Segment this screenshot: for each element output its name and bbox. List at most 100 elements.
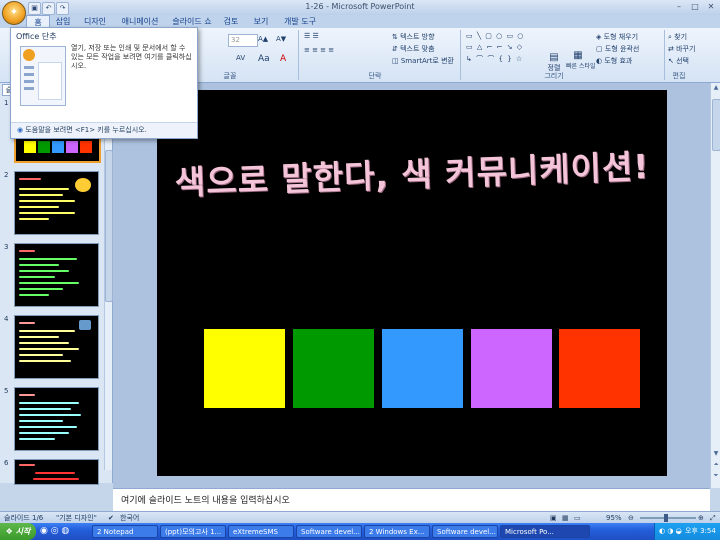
task-notepad[interactable]: 2 Notepad [92, 525, 158, 538]
slide-number: 2 [4, 171, 9, 179]
thumb-text-line [19, 414, 81, 416]
quick-launch-icons[interactable]: ◉ ◎ ◍ [40, 526, 69, 536]
next-slide-icon[interactable]: ⏷ [711, 471, 720, 481]
grow-font-icon[interactable]: A▲ [258, 35, 268, 43]
office-button-tooltip: Office 단추 열기, 저장 또는 인쇄 및 문서에서 할 수 있는 모든 … [10, 27, 198, 139]
slide-number: 3 [4, 243, 9, 251]
shape-fill-button[interactable]: ◈ 도형 채우기 [596, 32, 638, 42]
select-button[interactable]: ↖ 선택 [668, 56, 689, 66]
thumb-text-line [19, 200, 75, 202]
text-direction-button[interactable]: ⇅ 텍스트 방향 [392, 32, 435, 42]
scroll-up-icon[interactable]: ▲ [711, 83, 720, 93]
slide-number: 1 [4, 99, 9, 107]
scroll-thumb[interactable] [105, 150, 113, 302]
thumb-text-line [19, 250, 35, 252]
clock: 오후 3:54 [685, 527, 716, 535]
tab-view[interactable]: 보기 [250, 15, 272, 28]
zoom-slider-handle[interactable] [664, 514, 668, 522]
shape-effects-label: 도형 효과 [604, 57, 633, 65]
slide-thumbnail-5[interactable] [14, 387, 99, 451]
thumb-text-line [19, 264, 59, 266]
preview-line [24, 80, 34, 83]
thumb-text-line [19, 408, 71, 410]
smartart-button[interactable]: ◫ SmartArt로 변환 [392, 56, 454, 66]
office-logo-icon: ✦ [9, 7, 19, 18]
slide-thumbnail-4[interactable] [14, 315, 99, 379]
tab-developer[interactable]: 개발 도구 [280, 15, 320, 28]
arrange-button[interactable]: ▤ 정렬 [546, 52, 562, 73]
color-swatch-blue[interactable] [382, 329, 463, 408]
slide-thumbnail-3[interactable] [14, 243, 99, 307]
thumb-text-line [19, 218, 49, 220]
slide-title[interactable]: 색으로 말한다, 색 커뮤니케이션! [156, 139, 667, 205]
align-text-label: 텍스트 맞춤 [400, 45, 435, 53]
thumb-text-line [19, 420, 63, 422]
minimize-icon[interactable]: – [672, 1, 686, 13]
system-tray: ◐ ◑ ◒ 오후 3:54 [654, 523, 720, 540]
color-swatch-purple[interactable] [471, 329, 552, 408]
zoom-slider[interactable] [640, 517, 696, 519]
change-case-icon[interactable]: Aa [258, 54, 270, 64]
bullets-icon[interactable]: ☰ ☰ [304, 32, 319, 40]
task-extremesms[interactable]: eXtremeSMS [228, 525, 294, 538]
thumb-swatch [66, 141, 78, 153]
group-paragraph-label: 단락 [368, 72, 382, 80]
undo-icon[interactable]: ↶ [42, 2, 55, 15]
office-button[interactable]: ✦ [2, 1, 26, 25]
quick-style-button[interactable]: ▦ 빠른 스타일 [566, 50, 596, 70]
close-icon[interactable]: ✕ [704, 1, 718, 13]
scroll-down-icon[interactable]: ▼ [711, 449, 720, 459]
tab-review[interactable]: 검토 [220, 15, 242, 28]
redo-icon[interactable]: ↷ [56, 2, 69, 15]
scroll-thumb[interactable] [712, 99, 720, 151]
shapes-gallery[interactable]: ▭ ╲ ▢ ○ ▭ ○ ▭ △ ⌐ ⌐ ↘ ◇ ↳ ⌒ ⌒ { } ☆ [466, 32, 536, 68]
start-button[interactable]: ❖ 시작 [0, 523, 36, 540]
find-label: 찾기 [674, 33, 688, 41]
preview-pane [38, 62, 62, 100]
shape-outline-button[interactable]: ▢ 도형 윤곽선 [596, 44, 639, 54]
thumb-text-line [19, 330, 75, 332]
task-powerpoint[interactable]: Microsoft Po... [500, 525, 590, 538]
slide-canvas[interactable]: 색으로 말한다, 색 커뮤니케이션! [157, 90, 667, 476]
color-swatch-green[interactable] [293, 329, 374, 408]
char-spacing-icon[interactable]: AV [236, 54, 245, 62]
find-button[interactable]: ⌕ 찾기 [668, 32, 687, 42]
save-icon[interactable]: ▣ [28, 2, 41, 15]
thumb-text-line [19, 354, 63, 356]
thumb-swatch [38, 141, 50, 153]
thumb-text-line [19, 206, 59, 208]
prev-slide-icon[interactable]: ⏶ [711, 460, 720, 470]
align-text-button[interactable]: ⇵ 텍스트 맞춤 [392, 44, 435, 54]
thumb-swatch [80, 141, 92, 153]
tray-icons[interactable]: ◐ ◑ ◒ [659, 523, 682, 540]
task-software-dev-2[interactable]: Software devel... [432, 525, 498, 538]
office-menu-preview-icon [20, 46, 66, 106]
notes-pane[interactable]: 여기에 슬라이드 노트의 내용을 입력하십시오 [113, 488, 710, 511]
replace-label: 바꾸기 [676, 45, 696, 53]
task-software-dev-1[interactable]: Software devel... [296, 525, 362, 538]
slide-thumbnail-2[interactable] [14, 171, 99, 235]
help-icon: ◉ [17, 126, 24, 134]
replace-button[interactable]: ⇄ 바꾸기 [668, 44, 695, 54]
font-color-icon[interactable]: A [280, 54, 286, 64]
slide-scrollbar[interactable]: ▲ ▼ ⏶ ⏷ [710, 83, 720, 488]
slide-thumbnail-6[interactable] [14, 459, 99, 485]
thumb-text-line [19, 322, 35, 324]
font-size-input[interactable]: 32 [228, 34, 258, 47]
align-icons[interactable]: ≡ ≡ ≡ ≡ [304, 46, 334, 54]
thumb-text-line [19, 188, 69, 190]
quick-style-icon: ▦ [573, 50, 583, 61]
color-swatch-red[interactable] [559, 329, 640, 408]
task-ppt-exam[interactable]: (ppt)모의고사 1... [160, 525, 226, 538]
color-swatch-yellow[interactable] [204, 329, 285, 408]
shrink-font-icon[interactable]: A▼ [276, 35, 286, 43]
arrange-icon: ▤ [549, 52, 559, 63]
preview-orb [23, 49, 35, 61]
thumb-text-line [19, 178, 41, 180]
shape-effects-button[interactable]: ◐ 도형 효과 [596, 56, 632, 66]
maximize-icon[interactable]: □ [688, 1, 702, 13]
task-windows-explorer[interactable]: 2 Windows Ex... [364, 525, 430, 538]
thumb-text-line [19, 432, 69, 434]
thumb-text-line [35, 472, 75, 474]
thumbnail-scrollbar[interactable] [104, 90, 113, 470]
